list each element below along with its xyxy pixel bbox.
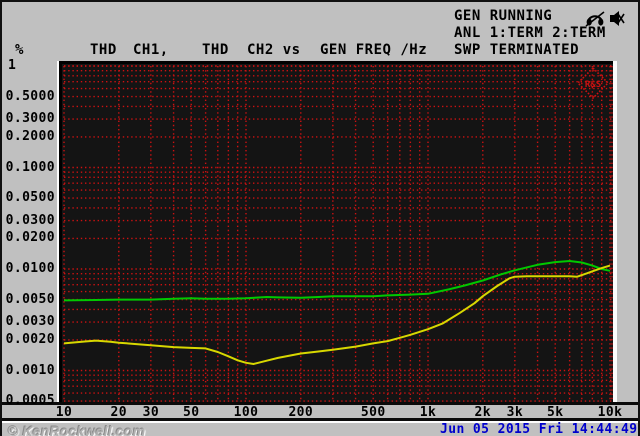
status-gen: GEN RUNNING	[454, 8, 553, 24]
trace2-channel-label: CH2 vs	[247, 42, 301, 58]
y-tick-label: 0.0300	[5, 212, 55, 228]
plot-area	[59, 61, 616, 405]
status-swp: SWP TERMINATED	[454, 42, 580, 58]
y-tick-label: 0.0500	[5, 190, 55, 206]
unit-label: %	[15, 42, 24, 58]
y-tick-label: 0.2000	[5, 128, 55, 144]
bevel-left-highlight	[57, 61, 59, 405]
y-tick-label: 0.0010	[5, 362, 55, 378]
svg-text:R&S: R&S	[585, 80, 601, 90]
x-axis-title: GEN FREQ /Hz	[320, 42, 428, 58]
plot-bottom-border	[2, 402, 638, 405]
headphones-muted-icon	[585, 11, 605, 27]
rohde-schwarz-logo: R&S	[576, 66, 610, 100]
trace1-function-label: THD	[90, 42, 117, 58]
bevel-right-highlight	[613, 61, 617, 405]
trace2-function-label: THD	[202, 42, 229, 58]
timestamp: Jun 05 2015 Fri 14:44:49	[440, 422, 638, 436]
y-tick-label: 1	[8, 58, 17, 73]
y-tick-label: 0.0200	[5, 230, 55, 246]
y-tick-label: 0.0020	[5, 331, 55, 347]
y-tick-label: 0.0100	[5, 261, 55, 276]
trace1-channel-label: CH1,	[133, 42, 169, 58]
y-tick-label: 0.3000	[5, 111, 55, 127]
y-tick-label: 0.1000	[5, 159, 55, 175]
trace-2-thd-ch2	[63, 264, 611, 365]
analyzer-screen: % THD CH1, THD CH2 vs GEN FREQ /Hz GEN R…	[0, 0, 640, 436]
y-tick-label: 0.0005	[5, 393, 55, 409]
status-anl: ANL 1:TERM 2:TERM	[454, 25, 606, 41]
trace-1-thd-ch1	[63, 260, 611, 302]
thd-vs-frequency-chart	[63, 65, 613, 402]
watermark: © KenRockwell.com	[8, 423, 146, 436]
y-tick-label: 0.0050	[5, 291, 55, 307]
y-tick-label: 0.0030	[5, 314, 55, 330]
speaker-muted-icon	[610, 11, 625, 26]
y-tick-label: 0.5000	[5, 88, 55, 104]
